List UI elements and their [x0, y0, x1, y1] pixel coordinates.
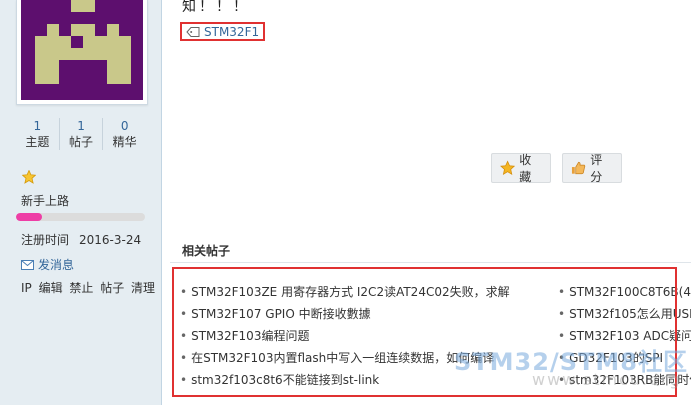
post-body-text: 知！！！: [182, 0, 250, 15]
stat-posts-label: 帖子: [69, 135, 94, 149]
stat-threads-count[interactable]: 1: [16, 118, 59, 134]
register-date: 2016-3-24: [79, 233, 142, 247]
tag-link[interactable]: STM32F1: [204, 25, 259, 39]
site-watermark-url: www.stmcu.org: [532, 370, 682, 389]
favorite-label: 收藏: [519, 153, 532, 184]
tag-icon: [186, 26, 200, 37]
post-tag[interactable]: STM32F1: [180, 22, 266, 41]
send-message-link[interactable]: 发消息: [21, 256, 74, 273]
stat-threads[interactable]: 1 主题: [16, 118, 59, 150]
rate-label: 评分: [590, 153, 603, 184]
rank-progress-bar: [16, 213, 145, 221]
stat-digest-count[interactable]: 0: [103, 118, 146, 134]
admin-links[interactable]: IP 编辑 禁止 帖子 清理: [21, 279, 155, 296]
rate-button[interactable]: 评分: [562, 153, 622, 184]
avatar-frame[interactable]: [16, 0, 148, 105]
author-sidebar: 1 主题 1 帖子 0 精华 新手上路 注册时间 2016-3-24 发消息 IP…: [0, 0, 162, 405]
stat-digest-label: 精华: [112, 135, 137, 149]
user-rank[interactable]: 新手上路: [21, 192, 69, 209]
related-divider: [170, 262, 691, 263]
thumbs-up-icon: [571, 161, 586, 175]
star-icon: [22, 170, 36, 184]
related-posts-title: 相关帖子: [182, 244, 231, 258]
stat-posts[interactable]: 1 帖子: [58, 118, 103, 150]
avatar[interactable]: [21, 0, 143, 100]
stat-posts-count[interactable]: 1: [60, 118, 103, 134]
rank-progress-fill: [16, 213, 42, 221]
envelope-icon: [21, 259, 34, 270]
favorite-button[interactable]: 收藏: [491, 153, 551, 184]
register-label: 注册时间: [21, 233, 70, 247]
user-stats: 1 主题 1 帖子 0 精华: [16, 118, 146, 150]
post-content: 知！！！ STM32F1 收藏 评分 相关帖子 STM32F103ZE 用寄存器…: [162, 0, 691, 405]
stat-threads-label: 主题: [25, 135, 50, 149]
send-message-label[interactable]: 发消息: [38, 256, 74, 273]
star-icon: [500, 160, 516, 175]
register-info: 注册时间 2016-3-24: [21, 231, 141, 248]
stat-digest[interactable]: 0 精华: [102, 118, 146, 150]
